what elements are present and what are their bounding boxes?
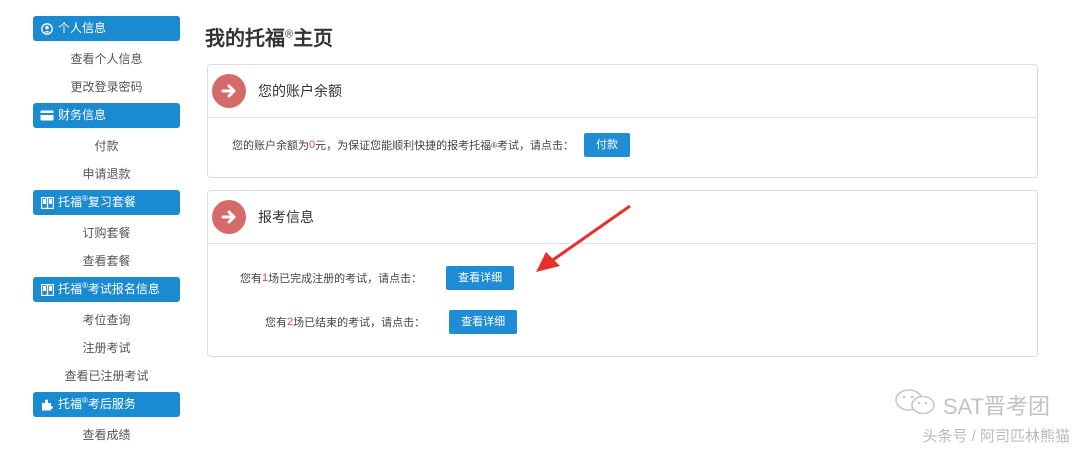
sidebar-link-change-password[interactable]: 更改登录密码: [33, 73, 180, 101]
sidebar-link-order-package[interactable]: 订购套餐: [33, 219, 180, 247]
sidebar-section-finance-info[interactable]: 财务信息: [33, 103, 180, 128]
panel-title: 报考信息: [258, 209, 314, 225]
sidebar: 个人信息 查看个人信息 更改登录密码 财务信息 付款 申请退款 托福®复习套餐 …: [33, 14, 180, 449]
wechat-icon: [893, 388, 937, 422]
sidebar-link-view-scores[interactable]: 查看成绩: [33, 421, 180, 449]
sidebar-link-view-registered[interactable]: 查看已注册考试: [33, 362, 180, 390]
section-title: 托福®考后服务: [58, 396, 136, 412]
sidebar-link-payment[interactable]: 付款: [33, 132, 180, 160]
puzzle-icon: [40, 398, 54, 412]
annotation-arrow-icon: [536, 204, 631, 272]
credit-card-icon: [40, 109, 54, 123]
sidebar-section-exam-registration[interactable]: 托福®考试报名信息: [33, 277, 180, 302]
sidebar-section-post-exam[interactable]: 托福®考后服务: [33, 392, 180, 417]
balance-row: 您的账户余额为 0 元，为保证您能顺利快捷的报考托福 ® 考试，请点击： 付款: [232, 133, 631, 157]
sidebar-section-review-packages[interactable]: 托福®复习套餐: [33, 190, 180, 215]
view-registered-details-button[interactable]: 查看详细: [446, 266, 515, 290]
panel-header: 您的账户余额: [208, 65, 1037, 118]
page-title: 我的托福®主页: [205, 28, 334, 50]
user-circle-icon: [40, 22, 54, 36]
arrow-right-icon: [212, 200, 246, 234]
section-title: 托福®复习套餐: [58, 194, 136, 210]
section-title: 个人信息: [58, 21, 107, 35]
book-icon: [40, 283, 54, 297]
sidebar-link-seat-search[interactable]: 考位查询: [33, 306, 180, 334]
watermark-text: SAT晋考团: [942, 394, 1050, 419]
sidebar-section-personal-info[interactable]: 个人信息: [33, 16, 180, 41]
sidebar-link-register-exam[interactable]: 注册考试: [33, 334, 180, 362]
watermark-source: 头条号 / 阿司匹林熊猫: [922, 428, 1070, 445]
sidebar-link-refund[interactable]: 申请退款: [33, 160, 180, 188]
view-finished-details-button[interactable]: 查看详细: [449, 310, 518, 334]
registered-exams-row: 您有 1 场已完成注册的考试，请点击： 查看详细: [240, 266, 515, 290]
arrow-right-icon: [212, 74, 246, 108]
section-title: 财务信息: [58, 108, 107, 122]
watermark: SAT晋考团: [893, 388, 1050, 422]
finished-exams-row: 您有 2 场已结束的考试，请点击： 查看详细: [265, 310, 518, 334]
section-title: 托福®考试报名信息: [58, 281, 160, 297]
sidebar-link-view-profile[interactable]: 查看个人信息: [33, 45, 180, 73]
book-icon: [40, 196, 54, 210]
balance-panel: 您的账户余额 您的账户余额为 0 元，为保证您能顺利快捷的报考托福 ® 考试，请点击： …: [207, 64, 1038, 178]
panel-title: 您的账户余额: [258, 83, 342, 99]
sidebar-link-view-package[interactable]: 查看套餐: [33, 247, 180, 275]
pay-button[interactable]: 付款: [584, 133, 631, 157]
